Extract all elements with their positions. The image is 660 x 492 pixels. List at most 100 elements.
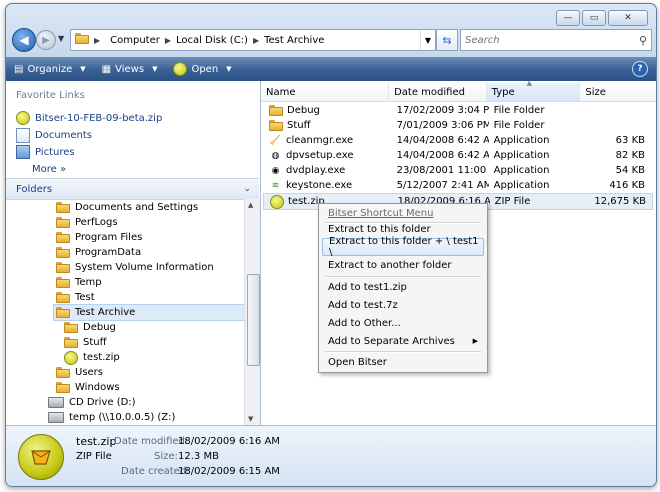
tree-item-test[interactable]: Test bbox=[56, 290, 95, 305]
details-size-value: 12.3 MB bbox=[178, 451, 219, 462]
tree-item-system-volume-information[interactable]: System Volume Information bbox=[56, 260, 214, 275]
column-header-date-modified[interactable]: Date modified bbox=[389, 83, 487, 101]
breadcrumb-separator-icon[interactable]: ▶ bbox=[89, 36, 105, 45]
tree-item-program-files[interactable]: Program Files bbox=[56, 230, 142, 245]
breadcrumb-test-archive[interactable]: Test Archive bbox=[259, 35, 329, 46]
close-button[interactable]: ✕ bbox=[608, 10, 648, 26]
address-bar[interactable]: ▶ Computer ▶ Local Disk (C:) ▶ Test Arch… bbox=[70, 29, 436, 51]
details-filetype: ZIP File bbox=[76, 451, 112, 462]
scroll-down-icon[interactable]: ▼ bbox=[248, 415, 253, 423]
tree-item-test-zip[interactable]: test.zip bbox=[64, 350, 120, 365]
tree-item-label: PerfLogs bbox=[75, 217, 118, 228]
search-box[interactable]: ⚲ bbox=[460, 29, 652, 51]
tree-item-label: Debug bbox=[83, 322, 116, 333]
scrollbar-thumb[interactable] bbox=[247, 274, 260, 366]
column-headers: Name Date modified ▲ Type Size bbox=[261, 79, 656, 102]
file-date: 14/04/2008 6:42 AM bbox=[396, 135, 489, 146]
favorite-link-label: Pictures bbox=[35, 146, 75, 158]
favorite-link-pictures[interactable]: Pictures bbox=[16, 145, 75, 159]
folder-icon bbox=[56, 247, 70, 258]
menu-item-extract-to-another[interactable]: Extract to another folder bbox=[322, 256, 484, 274]
organize-icon: ▤ bbox=[14, 63, 24, 75]
breadcrumb-local-disk[interactable]: Local Disk (C:) bbox=[171, 35, 253, 46]
menu-item-add-to-separate-archives[interactable]: Add to Separate Archives ▶ bbox=[322, 332, 484, 350]
open-button[interactable]: Open ▼ bbox=[165, 57, 239, 81]
menu-item-add-to-other[interactable]: Add to Other... bbox=[322, 314, 484, 332]
tree-item-debug[interactable]: Debug bbox=[64, 320, 116, 335]
refresh-button[interactable]: ⇆ bbox=[436, 29, 458, 51]
tree-item-label: test.zip bbox=[83, 352, 120, 363]
tree-item-documents-and-settings[interactable]: Documents and Settings bbox=[56, 200, 198, 215]
tree-item-stuff[interactable]: Stuff bbox=[64, 335, 107, 350]
menu-item-add-to-7z[interactable]: Add to test.7z bbox=[322, 296, 484, 314]
favorite-link-label: Documents bbox=[35, 130, 93, 141]
search-input[interactable] bbox=[461, 33, 632, 47]
file-row-keystone[interactable]: ≋ keystone.exe 5/12/2007 2:41 AM Applicat… bbox=[263, 178, 651, 193]
menu-item-label: Add to test1.zip bbox=[328, 281, 407, 293]
tree-item-label: temp (\\10.0.0.5) (Z:) bbox=[69, 412, 176, 423]
open-label: Open bbox=[191, 63, 219, 75]
menu-item-label: Extract to this folder bbox=[328, 223, 431, 235]
bitser-icon bbox=[173, 62, 188, 76]
favorite-link-bitser-zip[interactable]: Bitser-10-FEB-09-beta.zip bbox=[16, 111, 162, 125]
views-label: Views bbox=[115, 63, 145, 75]
tree-item-perflogs[interactable]: PerfLogs bbox=[56, 215, 118, 230]
details-modified-value: 18/02/2009 6:16 AM bbox=[178, 436, 280, 447]
menu-item-open-bitser[interactable]: Open Bitser bbox=[322, 353, 484, 371]
cd-drive-icon bbox=[48, 397, 64, 408]
maximize-button[interactable]: ▭ bbox=[582, 10, 606, 26]
back-button[interactable]: ◀ bbox=[12, 28, 36, 52]
file-type: Application bbox=[493, 165, 550, 176]
file-row-stuff[interactable]: Stuff 7/01/2009 3:06 PM File Folder bbox=[263, 118, 651, 133]
column-header-type[interactable]: ▲ Type bbox=[486, 79, 581, 101]
column-header-size[interactable]: Size bbox=[580, 83, 656, 101]
breadcrumb-computer[interactable]: Computer bbox=[105, 35, 165, 46]
file-type: Application bbox=[493, 150, 550, 161]
recent-pages-dropdown[interactable]: ▼ bbox=[58, 34, 64, 43]
tree-item-cd-drive[interactable]: CD Drive (D:) bbox=[48, 395, 136, 410]
tree-item-programdata[interactable]: ProgramData bbox=[56, 245, 141, 260]
folder-icon bbox=[56, 262, 70, 273]
minimize-button[interactable]: — bbox=[556, 10, 580, 26]
menu-item-label: Add to Separate Archives bbox=[328, 335, 455, 347]
chevron-down-icon: ▼ bbox=[226, 65, 232, 73]
zip-icon bbox=[16, 111, 30, 125]
details-created-value: 18/02/2009 6:15 AM bbox=[178, 466, 280, 477]
forward-button[interactable]: ▶ bbox=[36, 30, 56, 50]
tree-item-windows[interactable]: Windows bbox=[56, 380, 120, 395]
chevron-down-icon: ▼ bbox=[152, 65, 158, 73]
help-button[interactable]: ? bbox=[632, 61, 648, 77]
address-dropdown-icon[interactable]: ▼ bbox=[420, 30, 435, 50]
tree-item-label: CD Drive (D:) bbox=[69, 397, 136, 408]
favorite-link-documents[interactable]: Documents bbox=[16, 128, 92, 143]
views-button[interactable]: ▦ Views ▼ bbox=[94, 57, 166, 81]
tree-item-network-drive[interactable]: temp (\\10.0.0.5) (Z:) bbox=[48, 410, 175, 425]
tree-item-label: Test bbox=[75, 292, 95, 303]
tree-item-temp[interactable]: Temp bbox=[56, 275, 102, 290]
tree-item-users[interactable]: Users bbox=[56, 365, 103, 380]
organize-button[interactable]: ▤ Organize ▼ bbox=[6, 57, 94, 81]
column-header-name[interactable]: Name bbox=[261, 83, 390, 101]
details-filename: test.zip bbox=[76, 435, 117, 448]
navigation-bar: ◀ ▶ ▼ ▶ Computer ▶ Local Disk (C:) ▶ Tes… bbox=[12, 28, 652, 54]
menu-item-label: Add to test.7z bbox=[328, 299, 398, 311]
tree-item-test-archive[interactable]: Test Archive bbox=[53, 304, 244, 321]
voice-setup-icon: ◍ bbox=[271, 150, 280, 161]
menu-item-label: Open Bitser bbox=[328, 356, 387, 368]
menu-item-extract-to-subfolder[interactable]: Extract to this folder + \ test1 \ bbox=[322, 236, 484, 258]
tree-item-label: Users bbox=[75, 367, 104, 378]
chevron-down-icon: ▼ bbox=[80, 65, 86, 73]
folders-header[interactable]: Folders ⌄ bbox=[6, 178, 259, 200]
search-icon[interactable]: ⚲ bbox=[639, 34, 647, 47]
file-row-dvdplay[interactable]: ◉ dvdplay.exe 23/08/2001 11:00 ... Applic… bbox=[263, 163, 651, 178]
file-row-cleanmgr[interactable]: 🧹 cleanmgr.exe 14/04/2008 6:42 AM Applica… bbox=[263, 133, 651, 148]
menu-item-add-to-zip[interactable]: Add to test1.zip bbox=[322, 278, 484, 296]
file-row-dpvsetup[interactable]: ◍ dpvsetup.exe 14/04/2008 6:42 AM Applica… bbox=[263, 148, 651, 163]
scroll-up-icon[interactable]: ▲ bbox=[248, 201, 253, 209]
file-row-debug[interactable]: Debug 17/02/2009 3:04 PM File Folder bbox=[263, 103, 651, 118]
more-links[interactable]: More » bbox=[32, 164, 66, 175]
folder-icon bbox=[269, 120, 283, 131]
back-arrow-icon: ◀ bbox=[19, 33, 29, 47]
folder-tree-scrollbar[interactable]: ▲ ▼ bbox=[244, 199, 260, 425]
folder-icon bbox=[56, 202, 70, 213]
